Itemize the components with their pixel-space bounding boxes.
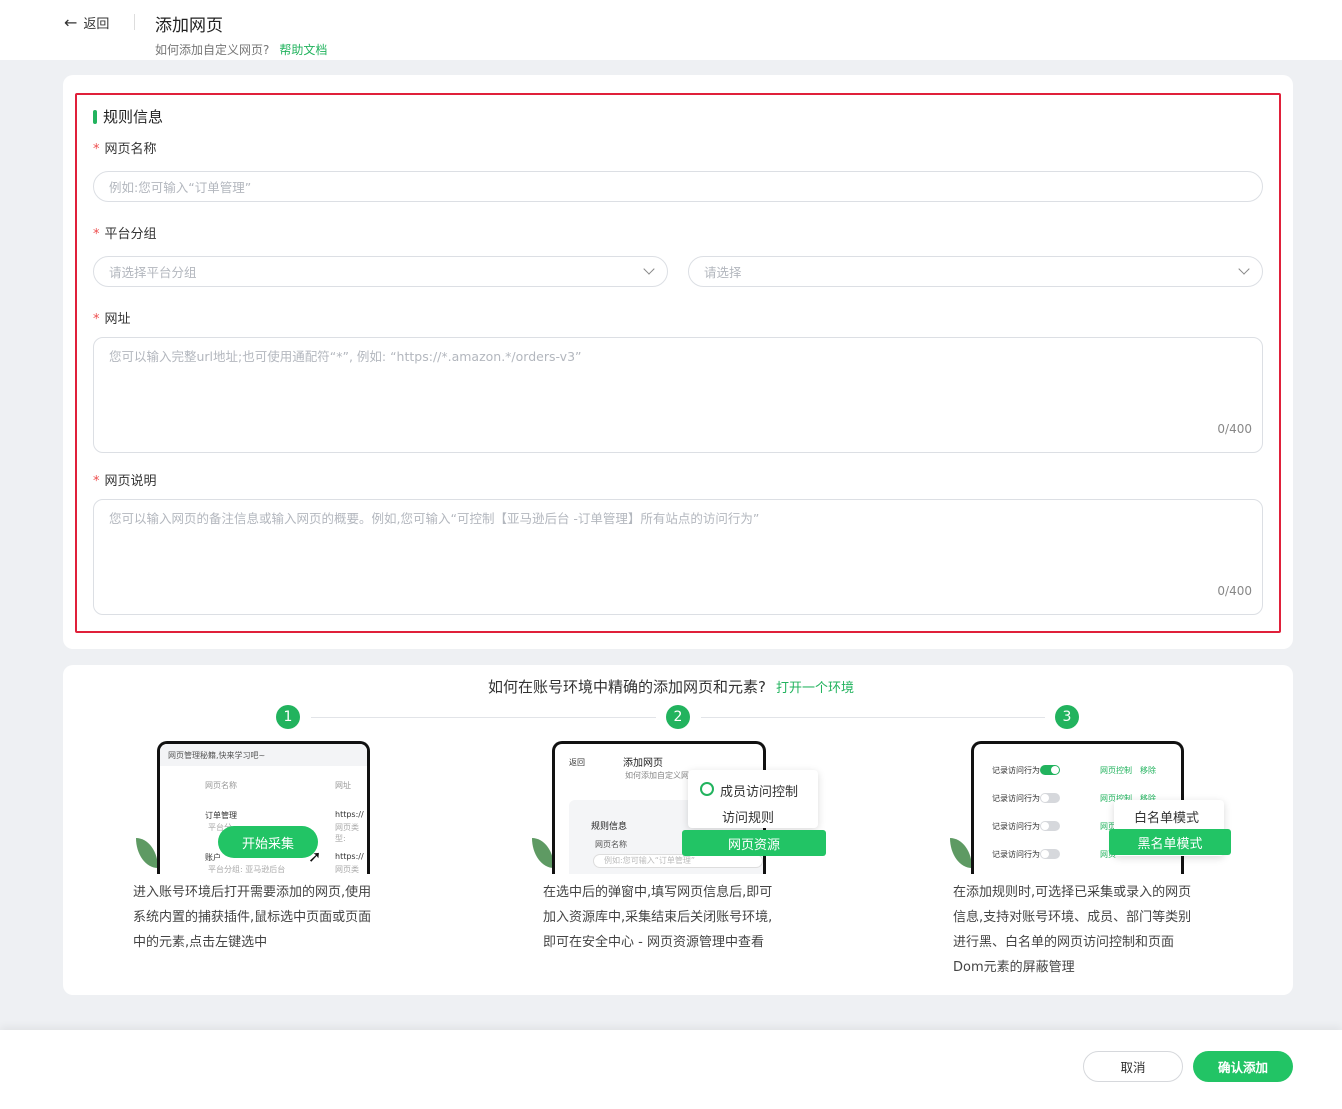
- row1-name: 订单管理: [205, 811, 237, 820]
- step-number: 3: [1055, 705, 1079, 729]
- toggle-on-icon: [1040, 765, 1060, 775]
- mini-input: 例如:您可输入“订单管理”: [593, 854, 763, 868]
- desc-label: * 网页说明: [93, 470, 157, 489]
- open-env-link[interactable]: 打开一个环境: [776, 681, 854, 696]
- desc-line: Dom元素的屏蔽管理: [953, 960, 1075, 975]
- mini-title: 添加网页: [623, 758, 663, 769]
- col-name-header: 网页名称: [205, 781, 237, 790]
- row-link-remove: 移除: [1140, 766, 1156, 775]
- guide-title-text: 如何在账号环境中精确的添加网页和元素?: [488, 678, 766, 696]
- confirm-add-button[interactable]: 确认添加: [1193, 1051, 1293, 1082]
- desc-line: 即可在安全中心 - 网页资源管理中查看: [543, 935, 764, 950]
- record-label: 记录访问行为: [992, 822, 1040, 831]
- url-placeholder: 您可以输入完整url地址;也可使用通配符“*”, 例如: “https://*.…: [109, 349, 582, 364]
- toggle-off-icon: [1040, 849, 1060, 859]
- desc-char-counter: 0/400: [1217, 584, 1252, 598]
- group-label: * 平台分组: [93, 223, 157, 242]
- step-number: 1: [276, 705, 300, 729]
- row2-sub: 平台分组: 亚马逊后台: [208, 865, 286, 874]
- start-capture-button: 开始采集: [218, 826, 318, 858]
- url-char-counter: 0/400: [1217, 422, 1252, 436]
- subtitle-text: 如何添加自定义网页?: [155, 43, 270, 57]
- desc-line: 信息,支持对账号环境、成员、部门等类别: [953, 910, 1192, 925]
- required-mark: *: [93, 227, 100, 242]
- step2-description: 在选中后的弹窗中,填写网页信息后,即可 加入资源库中,采集结束后关闭账号环境, …: [543, 880, 772, 955]
- desc-line: 中的元素,点击左键选中: [133, 935, 268, 950]
- url-label-text: 网址: [104, 312, 131, 327]
- step-connector: [701, 717, 1045, 718]
- group-label-text: 平台分组: [104, 227, 157, 242]
- required-mark: *: [93, 312, 100, 327]
- desc-line: 在选中后的弹窗中,填写网页信息后,即可: [543, 885, 773, 900]
- row-link-control: 网页控制: [1100, 766, 1132, 775]
- page-title: 添加网页: [155, 16, 223, 36]
- required-mark: *: [93, 142, 100, 157]
- guide-title: 如何在账号环境中精确的添加网页和元素? 打开一个环境: [0, 676, 1342, 697]
- sub-group-select[interactable]: 请选择: [688, 256, 1263, 287]
- desc-line: 进入账号环境后打开需要添加的网页,使用: [133, 885, 372, 900]
- row2-url: https://: [335, 852, 364, 861]
- help-doc-link[interactable]: 帮助文档: [279, 43, 327, 57]
- step-connector: [311, 717, 656, 718]
- cancel-button[interactable]: 取消: [1083, 1051, 1183, 1082]
- sub-group-placeholder: 请选择: [704, 265, 742, 280]
- menu-access-rule: 访问规则: [722, 811, 775, 826]
- shield-icon: [700, 782, 714, 796]
- desc-line: 在添加规则时,可选择已采集或录入的网页: [953, 885, 1192, 900]
- step1-illustration: 网页管理秘籍,快来学习吧~ 网页名称 网址 订单管理 平台分 https:// …: [157, 741, 370, 874]
- menu-web-resource: 网页资源: [682, 830, 826, 856]
- row2-url-sub: 网页类型:: [335, 865, 359, 874]
- section-bar-icon: [93, 109, 97, 124]
- row1-url-sub: 网页类型:: [335, 823, 359, 843]
- back-label: 返回: [83, 17, 110, 32]
- arrow-left-icon: ←: [64, 12, 78, 32]
- mini-section: 规则信息: [591, 822, 628, 832]
- description-textarea[interactable]: 您可以输入网页的备注信息或输入网页的概要。例如,您可输入“可控制【亚马逊后台 -…: [93, 499, 1263, 615]
- page-name-placeholder: 例如:您可输入“订单管理”: [109, 180, 252, 195]
- row2-name: 账户: [205, 853, 221, 862]
- chevron-down-icon: [643, 263, 655, 275]
- desc-line: 进行黑、白名单的网页访问控制和页面: [953, 935, 1175, 950]
- step3-description: 在添加规则时,可选择已采集或录入的网页 信息,支持对账号环境、成员、部门等类别 …: [953, 880, 1191, 980]
- step1-description: 进入账号环境后打开需要添加的网页,使用 系统内置的捕获插件,鼠标选中页面或页面 …: [133, 880, 371, 955]
- banner-text: 网页管理秘籍,快来学习吧~: [168, 751, 266, 760]
- section-title-text: 规则信息: [103, 108, 164, 126]
- desc-line: 系统内置的捕获插件,鼠标选中页面或页面: [133, 910, 372, 925]
- url-textarea[interactable]: 您可以输入完整url地址;也可使用通配符“*”, 例如: “https://*.…: [93, 337, 1263, 453]
- toggle-off-icon: [1040, 821, 1060, 831]
- desc-line: 加入资源库中,采集结束后关闭账号环境,: [543, 910, 773, 925]
- page-subtitle: 如何添加自定义网页? 帮助文档: [155, 41, 327, 58]
- record-label: 记录访问行为: [992, 766, 1040, 775]
- step-number: 2: [666, 705, 690, 729]
- desc-label-text: 网页说明: [104, 474, 157, 489]
- mini-back: 返回: [569, 758, 585, 767]
- platform-group-select[interactable]: 请选择平台分组: [93, 256, 668, 287]
- platform-group-placeholder: 请选择平台分组: [109, 265, 197, 280]
- back-button[interactable]: ← 返回: [64, 13, 109, 32]
- section-title: 规则信息: [93, 106, 163, 127]
- record-label: 记录访问行为: [992, 850, 1040, 859]
- whitelist-mode: 白名单模式: [1134, 811, 1200, 826]
- cursor-icon: ➚: [308, 847, 322, 866]
- page-name-input[interactable]: 例如:您可输入“订单管理”: [93, 171, 1263, 202]
- col-url-header: 网址: [335, 781, 351, 790]
- required-mark: *: [93, 474, 100, 489]
- toggle-off-icon: [1040, 793, 1060, 803]
- chevron-down-icon: [1238, 263, 1250, 275]
- name-label-text: 网页名称: [104, 142, 157, 157]
- record-label: 记录访问行为: [992, 794, 1040, 803]
- blacklist-mode: 黑名单模式: [1109, 829, 1231, 855]
- name-label: * 网页名称: [93, 138, 157, 157]
- mini-field-label: 网页名称: [595, 840, 627, 849]
- desc-placeholder: 您可以输入网页的备注信息或输入网页的概要。例如,您可输入“可控制【亚马逊后台 -…: [109, 511, 760, 526]
- url-label: * 网址: [93, 308, 131, 327]
- header-divider: [134, 14, 135, 30]
- row1-url: https://: [335, 810, 364, 819]
- menu-member-access: 成员访问控制: [720, 785, 799, 800]
